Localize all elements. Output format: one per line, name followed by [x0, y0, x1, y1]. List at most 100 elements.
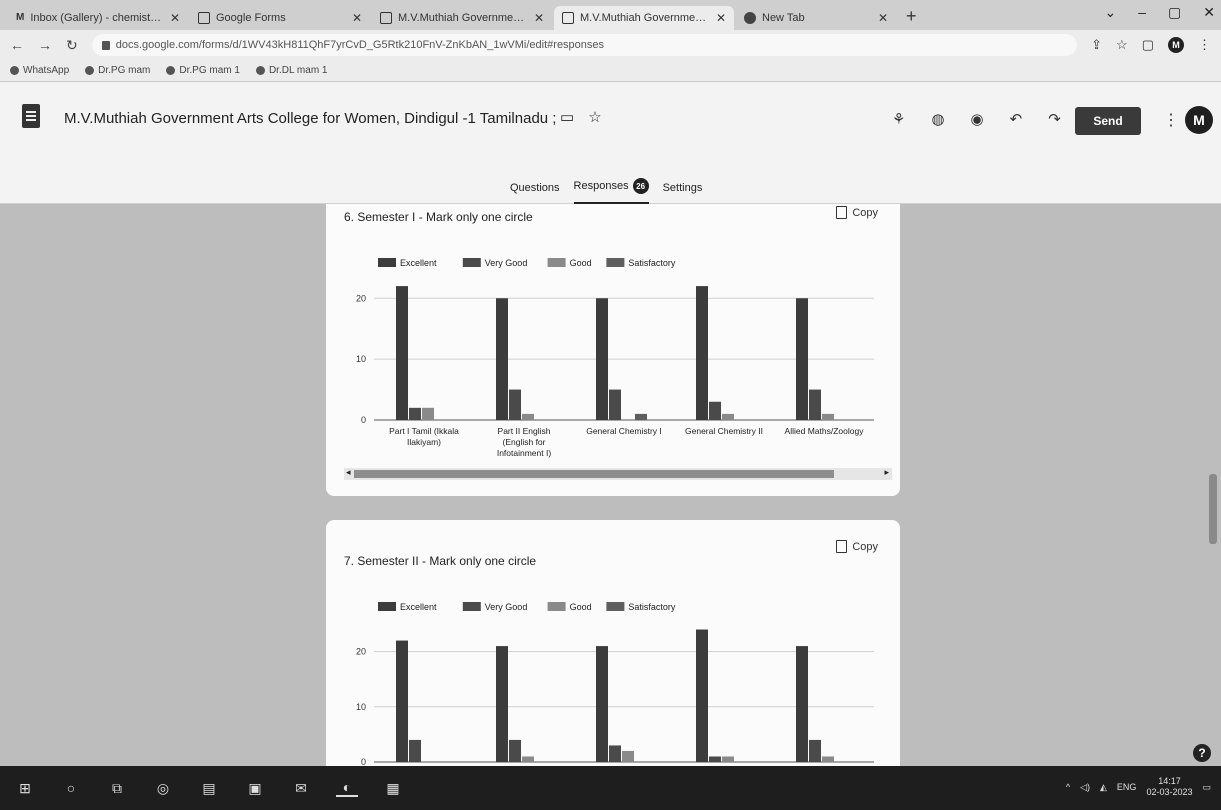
more-options-icon[interactable]: ⋮	[1163, 110, 1179, 130]
share-icon[interactable]: ⇪	[1091, 37, 1102, 53]
close-icon[interactable]: ✕	[878, 11, 888, 25]
address-bar[interactable]: docs.google.com/forms/d/1WV43kH811QhF7yr…	[91, 34, 1078, 56]
copy-chart-button[interactable]: Copy	[836, 540, 878, 553]
notification-icon[interactable]: ▭	[1202, 782, 1211, 793]
browser-tab-new-tab[interactable]: New Tab ✕	[736, 6, 896, 30]
drive-icon	[166, 66, 176, 75]
app-icon[interactable]: ▦	[382, 779, 404, 797]
clock[interactable]: 14:17 02-03-2023	[1146, 776, 1192, 798]
browser-tab-form-2[interactable]: M.V.Muthiah Government Arts C ✕	[554, 6, 734, 30]
forms-logo-icon[interactable]	[22, 104, 40, 128]
form-title[interactable]: M.V.Muthiah Government Arts College for …	[64, 110, 556, 127]
taskview-icon[interactable]: ⧉	[106, 779, 128, 797]
copy-chart-button[interactable]: Copy	[836, 206, 878, 219]
x-tick-label: General Chemistry II	[685, 426, 763, 436]
chrome-icon[interactable]: ◎	[152, 779, 174, 797]
sidepanel-icon[interactable]: ▢	[1142, 37, 1154, 53]
bookmark-dl-mam-1[interactable]: Dr.DL mam 1	[255, 65, 327, 76]
scroll-right-icon[interactable]: ▸	[884, 467, 889, 478]
new-tab-icon[interactable]: +	[906, 6, 917, 27]
question-title: 6. Semester I - Mark only one circle	[344, 210, 533, 224]
explorer-icon[interactable]: ▤	[198, 779, 220, 797]
star-icon[interactable]: ☆	[588, 108, 601, 126]
minimize-icon[interactable]: –	[1138, 4, 1146, 21]
bar	[609, 745, 621, 762]
palette-icon[interactable]: ◍	[931, 110, 944, 128]
browser-tab-gmail[interactable]: M Inbox (Gallery) - chemistry@mvmgac... …	[8, 6, 188, 30]
forward-icon[interactable]: →	[38, 37, 52, 53]
x-tick-label: Allied Maths/Zoology	[785, 426, 865, 436]
chevron-up-icon[interactable]: ^	[1066, 782, 1070, 792]
menu-icon[interactable]: ⋮	[1198, 37, 1211, 53]
x-tick-label: Part II English	[498, 426, 551, 436]
browser-tab-google-forms[interactable]: Google Forms ✕	[190, 6, 370, 30]
responses-content[interactable]: 6. Semester I - Mark only one circle Cop…	[0, 204, 1221, 766]
globe-icon	[255, 66, 265, 75]
close-icon[interactable]: ✕	[352, 11, 362, 25]
bar	[622, 750, 634, 762]
account-avatar[interactable]: M	[1185, 106, 1213, 134]
close-icon[interactable]: ✕	[534, 11, 544, 25]
bookmark-pg-mam[interactable]: Dr.PG mam	[85, 65, 150, 76]
tab-title: M.V.Muthiah Government Arts C	[398, 12, 528, 24]
bar	[822, 413, 834, 420]
bookmark-whatsapp[interactable]: WhatsApp	[10, 65, 69, 76]
bar	[396, 286, 408, 420]
toolbar-right: ⇪ ☆ ▢ M ⋮	[1091, 37, 1211, 53]
tab-responses[interactable]: Responses 26	[573, 178, 649, 205]
legend-label: Excellent	[400, 602, 437, 612]
bookmark-star-icon[interactable]: ☆	[1116, 37, 1128, 53]
copy-icon	[836, 540, 848, 553]
redo-icon[interactable]: ↷	[1048, 110, 1061, 128]
tab-questions[interactable]: Questions	[510, 178, 560, 205]
bar	[722, 756, 734, 762]
lock-icon	[101, 40, 110, 50]
back-icon[interactable]: ←	[10, 37, 24, 53]
chart-horizontal-scrollbar[interactable]: ◂ ▸	[344, 467, 892, 480]
media-icon[interactable]: ◐	[336, 779, 358, 797]
bookmark-pg-mam-1[interactable]: Dr.PG mam 1	[166, 65, 240, 76]
folder-icon[interactable]: ▭	[560, 108, 574, 126]
windows-taskbar: ⊞ ○ ⧉ ◎ ▤ ▣ ✉ ◐ ▦ ^ ◁) ◭ ENG 14:17 02-03…	[0, 766, 1221, 810]
scroll-left-icon[interactable]: ◂	[346, 467, 351, 478]
help-icon[interactable]: ?	[1193, 744, 1211, 762]
profile-avatar[interactable]: M	[1168, 37, 1184, 53]
mail-icon[interactable]: ✉	[290, 779, 312, 797]
y-tick-label: 0	[361, 757, 366, 766]
form-toolbar: ⚘ ◍ ◉ ↶ ↷	[892, 110, 1061, 128]
bar	[596, 646, 608, 762]
bar	[396, 640, 408, 762]
tab-settings[interactable]: Settings	[663, 178, 703, 205]
bar	[709, 756, 721, 762]
close-window-icon[interactable]: ✕	[1203, 4, 1215, 21]
reload-icon[interactable]: ↻	[66, 37, 78, 54]
maximize-icon[interactable]: ▢	[1168, 4, 1181, 21]
windows-icon[interactable]: ⊞	[14, 779, 36, 797]
preview-icon[interactable]: ◉	[971, 110, 984, 128]
send-button[interactable]: Send	[1075, 107, 1141, 135]
browser-tab-form-1[interactable]: M.V.Muthiah Government Arts C ✕	[372, 6, 552, 30]
store-icon[interactable]: ▣	[244, 779, 266, 797]
volume-icon[interactable]: ◁)	[1080, 782, 1090, 793]
browser-tab-strip: M Inbox (Gallery) - chemistry@mvmgac... …	[0, 0, 1221, 30]
addon-icon[interactable]: ⚘	[892, 110, 905, 128]
page-vertical-scrollbar[interactable]	[1209, 474, 1217, 544]
close-icon[interactable]: ✕	[170, 11, 180, 25]
copy-icon	[836, 206, 848, 219]
bar	[422, 407, 434, 420]
globe-icon	[85, 66, 95, 75]
legend-label: Satisfactory	[628, 258, 676, 268]
scrollbar-thumb[interactable]	[354, 470, 834, 478]
bar	[696, 629, 708, 762]
language-indicator[interactable]: ENG	[1117, 782, 1137, 792]
forms-icon	[198, 12, 210, 24]
tab-search-icon[interactable]: ⌄	[1105, 4, 1117, 21]
y-tick-label: 0	[361, 415, 366, 425]
close-icon[interactable]: ✕	[716, 11, 726, 25]
undo-icon[interactable]: ↶	[1010, 110, 1023, 128]
search-icon[interactable]: ○	[60, 779, 82, 797]
legend-label: Very Good	[485, 258, 528, 268]
network-icon[interactable]: ◭	[1100, 782, 1107, 793]
bar	[635, 413, 647, 420]
gmail-icon: M	[16, 12, 25, 23]
